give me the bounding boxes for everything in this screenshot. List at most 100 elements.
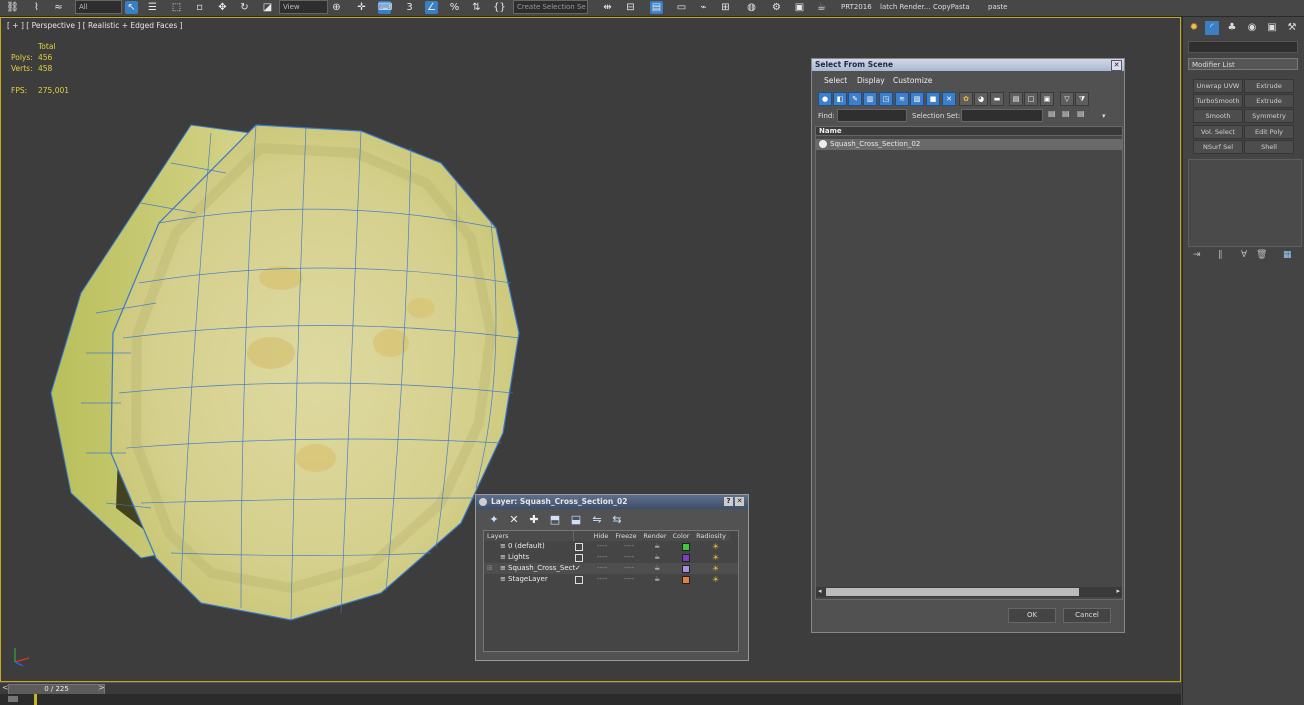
expand-icon[interactable]: ⊞ (487, 563, 493, 574)
filter-icon[interactable]: ▽ (1060, 92, 1074, 106)
horizontal-scrollbar[interactable]: ◂ ▸ (816, 587, 1122, 597)
unlink-icon[interactable]: ⌇ (30, 1, 43, 14)
display-spacewarps-icon[interactable]: ≋ (895, 92, 909, 106)
script-button-copypasta[interactable]: CopyPasta (933, 3, 970, 11)
selection-filter-dropdown[interactable]: All (75, 0, 122, 14)
select-invert-icon[interactable]: ▣ (1040, 92, 1054, 106)
select-none-icon[interactable]: □ (1024, 92, 1038, 106)
bind-space-warp-icon[interactable]: ≈ (52, 1, 65, 14)
selection-set-add-icon[interactable]: ▤ (1062, 109, 1070, 118)
display-cameras-icon[interactable]: ▥ (863, 92, 877, 106)
list-item[interactable]: Squash_Cross_Section_02 (816, 139, 1122, 150)
layer-manager-icon[interactable]: ▤ (650, 1, 663, 14)
column-header-name[interactable]: Name (816, 127, 1122, 136)
render-setup-icon[interactable]: ⚙ (770, 1, 783, 14)
hierarchy-tab-icon[interactable]: ♣ (1225, 21, 1239, 35)
column-header-render[interactable]: Render (640, 531, 671, 541)
display-helpers-icon[interactable]: ◳ (879, 92, 893, 106)
column-header-current[interactable] (574, 531, 591, 541)
ribbon-icon[interactable]: ▭ (675, 1, 688, 14)
current-layer-checkbox[interactable] (575, 543, 583, 551)
menu-customize[interactable]: Customize (893, 76, 932, 85)
display-lights-icon[interactable]: ✎ (848, 92, 862, 106)
script-button-paste[interactable]: paste (988, 3, 1007, 11)
named-selection-set-input[interactable]: Create Selection Se (513, 0, 588, 14)
spinner-snap-icon[interactable]: ⇅ (470, 1, 483, 14)
display-xrefs-icon[interactable]: ■ (926, 92, 940, 106)
script-button-batch-render[interactable]: latch Render... (880, 3, 930, 11)
modifier-button-vol-select[interactable]: Vol. Select (1193, 125, 1243, 139)
edit-named-selection-icon[interactable]: {} (493, 1, 506, 14)
selection-set-dropdown[interactable] (961, 109, 1043, 122)
utilities-tab-icon[interactable]: ⚒ (1285, 21, 1299, 35)
hide-toggle[interactable]: ---- (597, 563, 607, 574)
display-geometry-icon[interactable]: ● (818, 92, 832, 106)
modifier-button-extrude[interactable]: Extrude (1244, 79, 1294, 93)
layer-row[interactable]: ⊞ ≡ Squash_Cross_Sect ✓ ---- ---- ☕ ☀ (484, 563, 738, 574)
selection-set-create-icon[interactable]: ▤ (1048, 109, 1056, 118)
toolbar-overflow-icon[interactable]: ▾ (1102, 112, 1106, 120)
modifier-button-unwrap-uvw[interactable]: Unwrap UVW (1193, 79, 1243, 93)
hide-all-layers-icon[interactable]: ⇋ (590, 513, 604, 527)
render-production-icon[interactable]: ☕ (815, 1, 828, 14)
radiosity-icon[interactable]: ☀ (712, 552, 719, 563)
modifier-button-shell[interactable]: Shell (1244, 140, 1294, 154)
render-teapot-icon[interactable]: ☕ (654, 552, 660, 563)
link-icon[interactable]: ⛓ (6, 1, 19, 14)
freeze-toggle[interactable]: ---- (624, 541, 634, 552)
remove-modifier-icon[interactable]: 🗑 (1256, 250, 1267, 260)
close-icon[interactable]: ✕ (1111, 60, 1122, 71)
delete-layer-icon[interactable]: ✕ (507, 513, 521, 527)
radiosity-icon[interactable]: ☀ (712, 563, 719, 574)
freeze-toggle[interactable]: ---- (624, 563, 634, 574)
rendered-frame-window-icon[interactable]: ▣ (793, 1, 806, 14)
find-input[interactable] (837, 109, 907, 122)
modifier-button-smooth[interactable]: Smooth (1193, 109, 1243, 123)
modifier-button-nsurf-sel[interactable]: NSurf Sel (1193, 140, 1243, 154)
percent-snap-icon[interactable]: % (448, 1, 461, 14)
select-object-icon[interactable]: ↖ (125, 1, 138, 14)
modify-tab-icon[interactable]: ◜ (1205, 21, 1219, 35)
add-to-layer-icon[interactable]: ✚ (527, 513, 541, 527)
layer-row[interactable]: ≡ StageLayer ---- ---- ☕ ☀ (484, 574, 738, 585)
select-and-move-icon[interactable]: ✥ (216, 1, 229, 14)
current-layer-checkbox[interactable] (575, 576, 583, 584)
select-all-icon[interactable]: ▤ (1009, 92, 1023, 106)
layer-color-swatch[interactable] (682, 565, 690, 573)
create-new-layer-icon[interactable]: ✦ (487, 513, 501, 527)
material-editor-icon[interactable]: ◍ (745, 1, 758, 14)
current-layer-checkbox[interactable] (575, 554, 583, 562)
snaps-toggle-icon[interactable]: 3 (403, 1, 416, 14)
layer-row[interactable]: ≡ Lights ---- ---- ☕ ☀ (484, 552, 738, 563)
ok-button[interactable]: OK (1008, 608, 1056, 623)
hide-toggle[interactable]: ---- (597, 552, 607, 563)
keyboard-override-icon[interactable]: ⌨ (378, 1, 392, 14)
help-icon[interactable]: ? (724, 497, 733, 506)
layer-row[interactable]: ≡ 0 (default) ---- ---- ☕ ☀ (484, 541, 738, 552)
reference-coordinate-dropdown[interactable]: View (279, 0, 328, 14)
modifier-stack[interactable] (1188, 159, 1302, 247)
layer-color-swatch[interactable] (682, 543, 690, 551)
align-icon[interactable]: ⊟ (624, 1, 637, 14)
select-manipulate-icon[interactable]: ✛ (355, 1, 368, 14)
freeze-toggle[interactable]: ---- (624, 552, 634, 563)
window-crossing-icon[interactable]: ▫ (193, 1, 206, 14)
render-teapot-icon[interactable]: ☕ (654, 563, 660, 574)
select-and-scale-icon[interactable]: ◪ (261, 1, 274, 14)
display-tab-icon[interactable]: ▣ (1265, 21, 1279, 35)
radiosity-icon[interactable]: ☀ (712, 541, 719, 552)
render-teapot-icon[interactable]: ☕ (654, 574, 660, 585)
schematic-view-icon[interactable]: ⊞ (719, 1, 732, 14)
show-end-result-icon[interactable]: ∥ (1218, 250, 1223, 260)
display-none-icon[interactable]: ◕ (974, 92, 988, 106)
track-bar-icon[interactable] (8, 696, 18, 702)
column-header-radiosity[interactable]: Radiosity (692, 531, 730, 541)
scroll-right-icon[interactable]: ▸ (1116, 587, 1120, 595)
column-header-freeze[interactable]: Freeze (612, 531, 641, 541)
make-unique-icon[interactable]: ∀ (1241, 250, 1247, 260)
modifier-button-extrude-2[interactable]: Extrude (1244, 94, 1294, 108)
selection-set-remove-icon[interactable]: ▤ (1077, 109, 1085, 118)
highlight-layer-icon[interactable]: ⬓ (569, 513, 583, 527)
rectangular-selection-icon[interactable]: ⬚ (170, 1, 183, 14)
configure-modifier-sets-icon[interactable]: ▦ (1283, 250, 1292, 260)
